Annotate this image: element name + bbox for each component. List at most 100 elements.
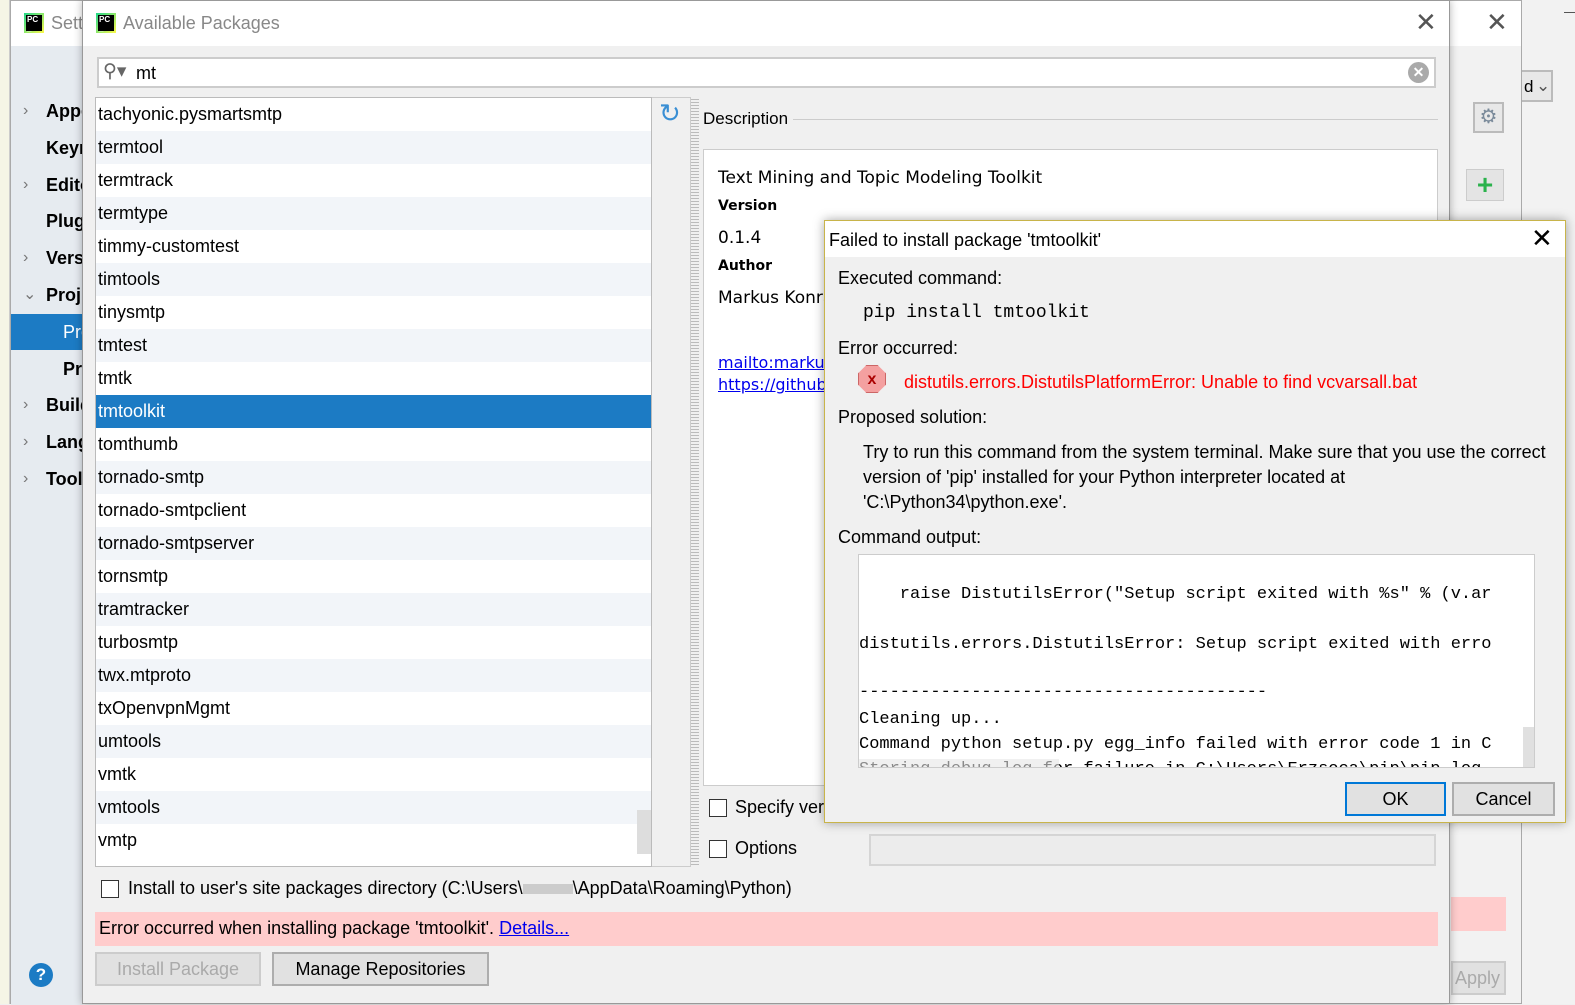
chevron-right-icon[interactable]: › — [23, 461, 28, 497]
package-list-item[interactable]: vmtools — [96, 791, 651, 824]
settings-error-strip — [1451, 897, 1506, 931]
close-icon[interactable]: ✕ — [1415, 7, 1437, 38]
list-scrollbar-thumb[interactable] — [637, 810, 651, 854]
close-icon[interactable]: ✕ — [1531, 223, 1553, 254]
executed-command-label: Executed command: — [838, 268, 1003, 288]
error-text: distutils.errors.DistutilsPlatformError:… — [904, 372, 1418, 392]
package-list-item[interactable]: timtools — [96, 263, 651, 296]
sidebar-item[interactable]: › Vers — [11, 240, 83, 276]
options-checkbox[interactable] — [709, 840, 727, 858]
github-link[interactable]: https://github. — [718, 375, 832, 394]
settings-title: Sett — [51, 13, 84, 33]
description-divider — [793, 119, 1438, 120]
apply-button[interactable]: Apply — [1451, 961, 1506, 995]
chevron-down-icon[interactable]: ⌄ — [23, 277, 36, 313]
package-list-item[interactable]: tmtest — [96, 329, 651, 362]
package-list-item[interactable]: tornado-smtpclient — [96, 494, 651, 527]
error-icon: x — [858, 365, 886, 393]
details-link[interactable]: Details... — [499, 918, 569, 938]
ok-button[interactable]: OK — [1345, 782, 1446, 816]
cancel-button[interactable]: Cancel — [1452, 782, 1555, 816]
list-sidebar: ↻ — [637, 97, 691, 867]
refresh-icon[interactable]: ↻ — [659, 98, 681, 129]
output-line: Command python setup.py egg_info failed … — [859, 735, 1492, 754]
package-list-item[interactable]: tornsmtp — [96, 560, 651, 593]
package-list-item[interactable]: twx.mtproto — [96, 659, 651, 692]
package-summary: Text Mining and Topic Modeling Toolkit — [718, 168, 1043, 188]
sidebar-item[interactable]: › Appe — [11, 93, 83, 129]
sidebar-item[interactable]: › Tool — [11, 461, 83, 497]
pycharm-logo-icon: PC _ — [24, 13, 44, 33]
specify-version-checkbox[interactable] — [709, 799, 727, 817]
search-value: mt — [136, 63, 156, 83]
sidebar-item[interactable]: Keyr — [11, 130, 83, 166]
sidebar-item[interactable]: Pro — [11, 351, 83, 387]
settings-close-icon[interactable]: ✕ — [1486, 7, 1508, 38]
package-list-item[interactable]: umtools — [96, 725, 651, 758]
chevron-right-icon[interactable]: › — [23, 240, 28, 276]
install-user-label: Install to user's site packages director… — [128, 878, 792, 898]
package-search-input[interactable]: ⚲▾ mt ✕ — [97, 57, 1436, 88]
options-label: Options — [735, 838, 798, 858]
sidebar-item-label: Pro — [63, 321, 83, 342]
package-list-item[interactable]: timmy-customtest — [96, 230, 651, 263]
vertical-scrollbar[interactable] — [1523, 727, 1534, 767]
install-package-button[interactable]: Install Package — [95, 952, 261, 986]
output-line: ---------------------------------------- — [859, 683, 1268, 702]
package-list-item[interactable]: turbosmtp — [96, 626, 651, 659]
package-list-item[interactable]: tinysmtp — [96, 296, 651, 329]
options-input[interactable] — [869, 834, 1436, 866]
mail-link[interactable]: mailto:markus — [718, 353, 833, 372]
chevron-right-icon[interactable]: › — [23, 93, 28, 129]
sidebar-item-label: Vers — [46, 248, 83, 269]
package-list-item[interactable]: termtrack — [96, 164, 651, 197]
chevron-right-icon[interactable]: › — [23, 387, 28, 423]
splitter-handle[interactable] — [691, 97, 699, 867]
author-label: Author — [718, 258, 772, 274]
chevron-right-icon[interactable]: › — [23, 167, 28, 203]
sidebar-item-label: Appe — [46, 101, 83, 121]
add-package-button[interactable]: + — [1466, 169, 1504, 201]
command-output[interactable]: raise DistutilsError("Setup script exite… — [858, 554, 1535, 768]
package-list-item[interactable]: tmtoolkit — [96, 395, 651, 428]
description-header: Description — [703, 109, 789, 128]
help-icon[interactable]: ? — [29, 963, 53, 987]
sidebar-item[interactable]: Plug — [11, 203, 83, 239]
sidebar-item[interactable]: › Build — [11, 387, 83, 423]
package-list-item[interactable]: tachyonic.pysmartsmtp — [96, 98, 651, 131]
minimize-icon[interactable] — [1564, 12, 1575, 13]
package-list-item[interactable]: tornado-smtpserver — [96, 527, 651, 560]
package-list-item[interactable]: vmtk — [96, 758, 651, 791]
package-list-item[interactable]: tornado-smtp — [96, 461, 651, 494]
horizontal-scrollbar[interactable] — [859, 759, 1059, 767]
package-list[interactable]: tachyonic.pysmartsmtp termtool termtrack te… — [95, 97, 652, 867]
error-occurred-label: Error occurred: — [838, 338, 959, 358]
package-list-item[interactable]: vmtp — [96, 824, 651, 857]
solution-line: 'C:\Python34\python.exe'. — [863, 492, 1068, 512]
install-user-checkbox[interactable] — [101, 880, 119, 898]
sidebar-item[interactable]: › Edito — [11, 167, 83, 203]
sidebar-item-label: Keyr — [46, 137, 83, 158]
gear-icon[interactable]: ⚙ — [1473, 102, 1504, 133]
redacted-username — [522, 884, 573, 895]
sidebar-item[interactable]: › Lang — [11, 424, 83, 460]
sidebar-item[interactable]: ⌄ Proj — [11, 277, 83, 313]
failed-dialog-title: Failed to install package 'tmtoolkit' — [829, 230, 1102, 250]
manage-repositories-button[interactable]: Manage Repositories — [272, 952, 489, 986]
solution-line: Try to run this command from the system … — [863, 442, 1546, 462]
package-list-item[interactable]: txOpenvpnMgmt — [96, 692, 651, 725]
clear-search-icon[interactable]: ✕ — [1408, 62, 1429, 83]
package-list-item[interactable]: tramtracker — [96, 593, 651, 626]
version-label: Version — [718, 198, 778, 214]
available-packages-titlebar: PC _ Available Packages ✕ — [83, 1, 1449, 46]
package-list-item[interactable]: tmtk — [96, 362, 651, 395]
package-list-item[interactable]: termtool — [96, 131, 651, 164]
sidebar-item[interactable]: Pro — [11, 313, 83, 350]
chevron-right-icon[interactable]: › — [23, 424, 28, 460]
package-list-item[interactable]: tomthumb — [96, 428, 651, 461]
package-list-item[interactable]: termtype — [96, 197, 651, 230]
ide-dropdown[interactable]: d ⌄ — [1520, 70, 1553, 102]
sidebar-item-label: Proj — [46, 285, 82, 305]
sidebar-item-label: Build — [46, 395, 83, 416]
sidebar-item-label: Lang — [46, 432, 83, 453]
